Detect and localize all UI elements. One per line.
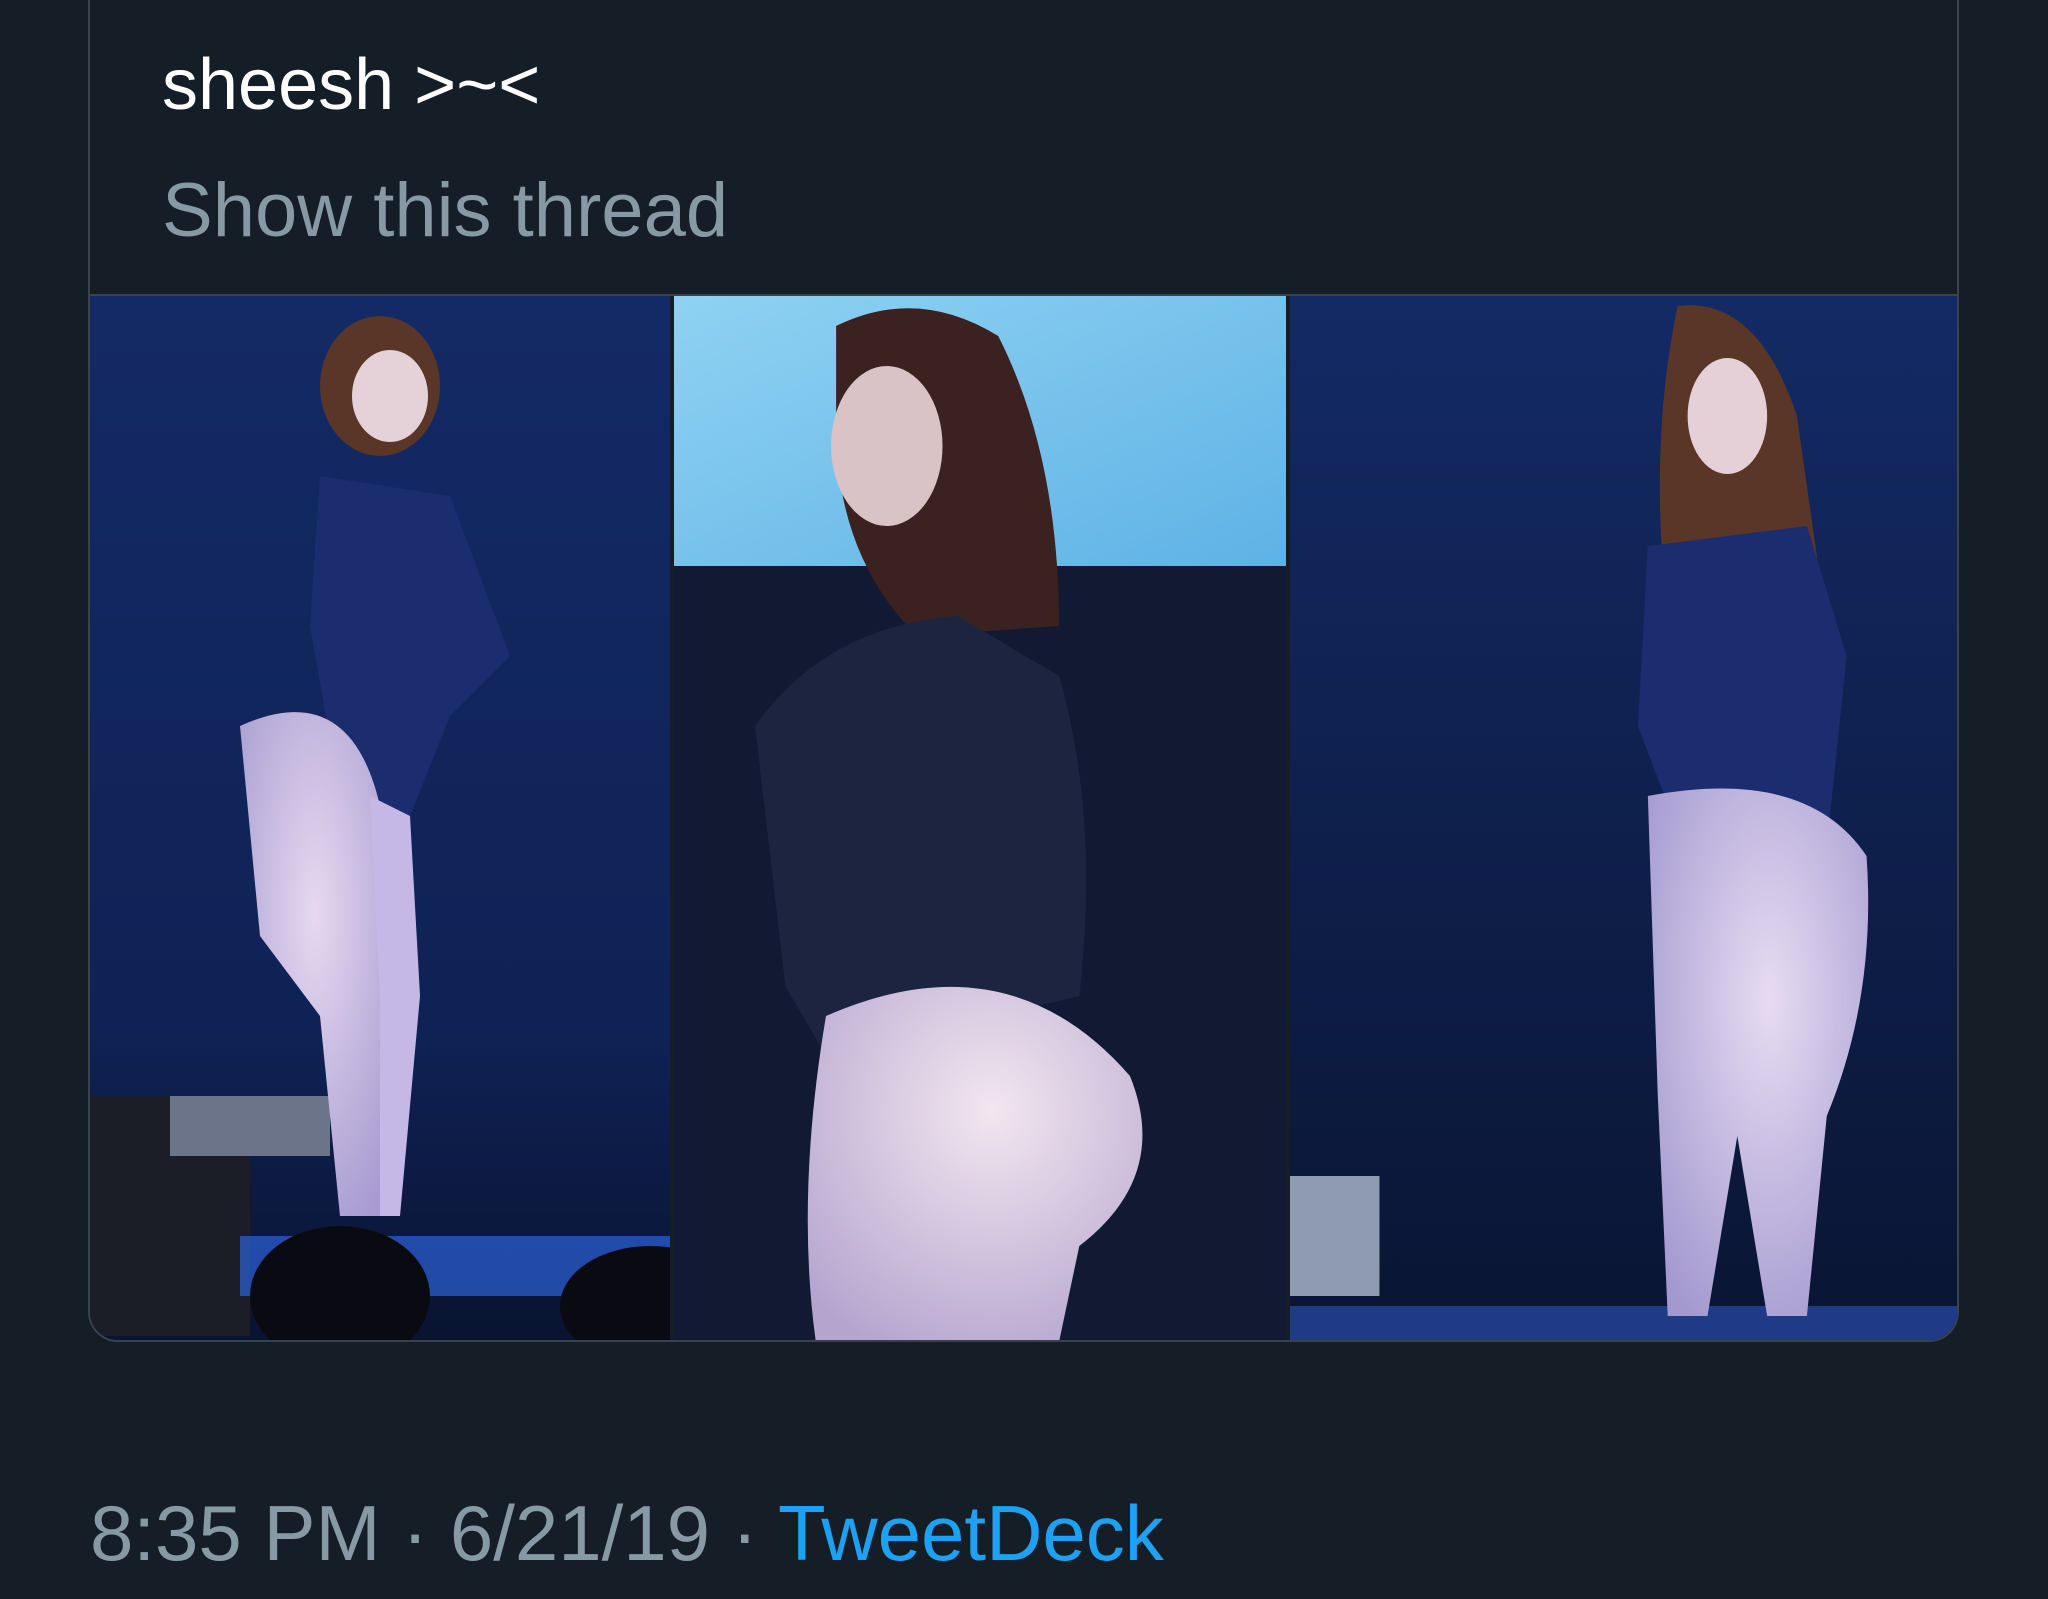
tweet-source-link[interactable]: TweetDeck xyxy=(778,1489,1164,1577)
photo-1-image xyxy=(90,296,670,1340)
media-photo-2[interactable] xyxy=(670,296,1290,1340)
media-grid xyxy=(90,294,1957,1340)
tweet-date[interactable]: 6/21/19 xyxy=(450,1489,710,1577)
tweet-timestamp-line: 8:35 PM · 6/21/19 · TweetDeck xyxy=(90,1488,1164,1578)
media-photo-3[interactable] xyxy=(1290,296,1957,1340)
photo-2-image xyxy=(674,296,1286,1340)
show-thread-link[interactable]: Show this thread xyxy=(162,166,728,256)
meta-separator: · xyxy=(710,1489,778,1577)
tweet-time[interactable]: 8:35 PM xyxy=(90,1489,380,1577)
quoted-tweet-text: sheesh >~< xyxy=(162,45,541,125)
quoted-tweet-card[interactable]: sheesh >~< Show this thread xyxy=(88,0,1959,1342)
meta-separator: · xyxy=(380,1489,450,1577)
photo-3-image xyxy=(1290,296,1957,1340)
media-photo-1[interactable] xyxy=(90,296,670,1340)
tweet-detail-view: sheesh >~< Show this thread 8:35 PM · 6/… xyxy=(0,0,2048,1599)
